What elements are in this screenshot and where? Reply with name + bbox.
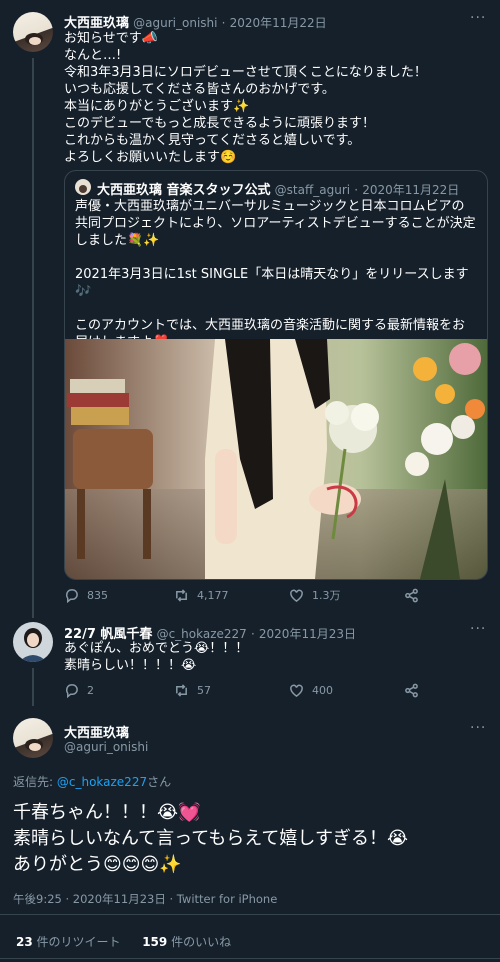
reply-icon xyxy=(65,684,78,698)
share-icon xyxy=(405,588,418,602)
avatar[interactable] xyxy=(13,718,53,758)
author-name[interactable]: 大西亜玖璃 xyxy=(64,722,129,741)
quote-date: 2020年11月22日 xyxy=(362,183,460,197)
like-stats[interactable]: 159 件のいいね xyxy=(142,935,231,949)
reply-count: 835 xyxy=(87,588,108,602)
like-count: 1.3万 xyxy=(312,589,341,602)
tweet-text: あぐぽん、おめでとう😭！！！ 素晴らしい！！！！😭 xyxy=(64,641,249,673)
reply-count: 2 xyxy=(87,684,94,697)
divider xyxy=(0,958,500,959)
quote-author-handle: @staff_aguri xyxy=(274,183,351,197)
like-total: 159 xyxy=(142,935,168,949)
avatar xyxy=(75,179,91,195)
more-options-icon[interactable]: ··· xyxy=(470,10,486,26)
more-options-icon[interactable]: ··· xyxy=(470,621,486,637)
quote-author-name: 大西亜玖璃 音楽スタッフ公式 xyxy=(97,183,271,198)
reply-button[interactable]: 2 xyxy=(64,683,174,698)
retweet-total: 23 xyxy=(16,935,33,949)
avatar[interactable] xyxy=(13,12,53,52)
like-button[interactable]: 400 xyxy=(289,683,404,698)
avatar[interactable] xyxy=(13,622,53,662)
share-button[interactable] xyxy=(404,588,419,603)
author-handle[interactable]: @c_hokaze227 xyxy=(157,627,247,641)
author-handle[interactable]: @aguri_onishi xyxy=(133,16,217,30)
more-options-icon[interactable]: ··· xyxy=(470,720,486,736)
heart-icon xyxy=(290,684,303,698)
retweet-count: 4,177 xyxy=(197,588,229,602)
reply-button[interactable]: 835 xyxy=(64,588,174,603)
quoted-tweet[interactable]: 大西亜玖璃 音楽スタッフ公式 @staff_aguri · 2020年11月22… xyxy=(64,170,488,580)
retweet-count: 57 xyxy=(197,684,211,697)
reply-to-link[interactable]: @c_hokaze227 xyxy=(57,775,147,789)
retweet-button[interactable]: 57 xyxy=(174,683,289,698)
divider xyxy=(0,914,500,915)
heart-icon xyxy=(290,589,303,602)
tweet-meta[interactable]: 午後9:25 · 2020年11月23日 · Twitter for iPhon… xyxy=(13,891,277,907)
like-button[interactable]: 1.3万 xyxy=(289,587,404,603)
thread-line xyxy=(32,668,34,706)
reply-to-label: 返信先: xyxy=(13,775,57,789)
thread-line xyxy=(32,58,34,618)
share-button[interactable] xyxy=(404,683,419,698)
tweet-text: お知らせです📣 なんと…! 令和3年3月3日にソロデビューさせて頂くことになりま… xyxy=(64,31,427,165)
reply-icon xyxy=(65,588,78,603)
retweet-icon xyxy=(176,684,187,697)
main-tweet-text: 千春ちゃん！！！😭💓 素晴らしいなんて言ってもらえて嬉しすぎる！😭 ありがとう😊… xyxy=(13,802,409,875)
author-name[interactable]: 大西亜玖璃 xyxy=(64,16,129,31)
retweet-stats[interactable]: 23 件のリツイート xyxy=(16,935,124,949)
tweet-date[interactable]: 2020年11月22日 xyxy=(230,16,327,30)
retweet-button[interactable]: 4,177 xyxy=(174,588,289,603)
share-icon xyxy=(405,683,418,698)
like-count: 400 xyxy=(312,684,333,697)
retweet-icon xyxy=(176,588,187,602)
author-handle[interactable]: @aguri_onishi xyxy=(64,740,148,754)
tweet-date[interactable]: 2020年11月23日 xyxy=(259,627,356,641)
quote-text: 声優・大西亜玖璃がユニバーサルミュージックと日本コロムビアの共同プロジェクトによ… xyxy=(75,199,476,350)
tweet-photo[interactable] xyxy=(65,339,487,579)
